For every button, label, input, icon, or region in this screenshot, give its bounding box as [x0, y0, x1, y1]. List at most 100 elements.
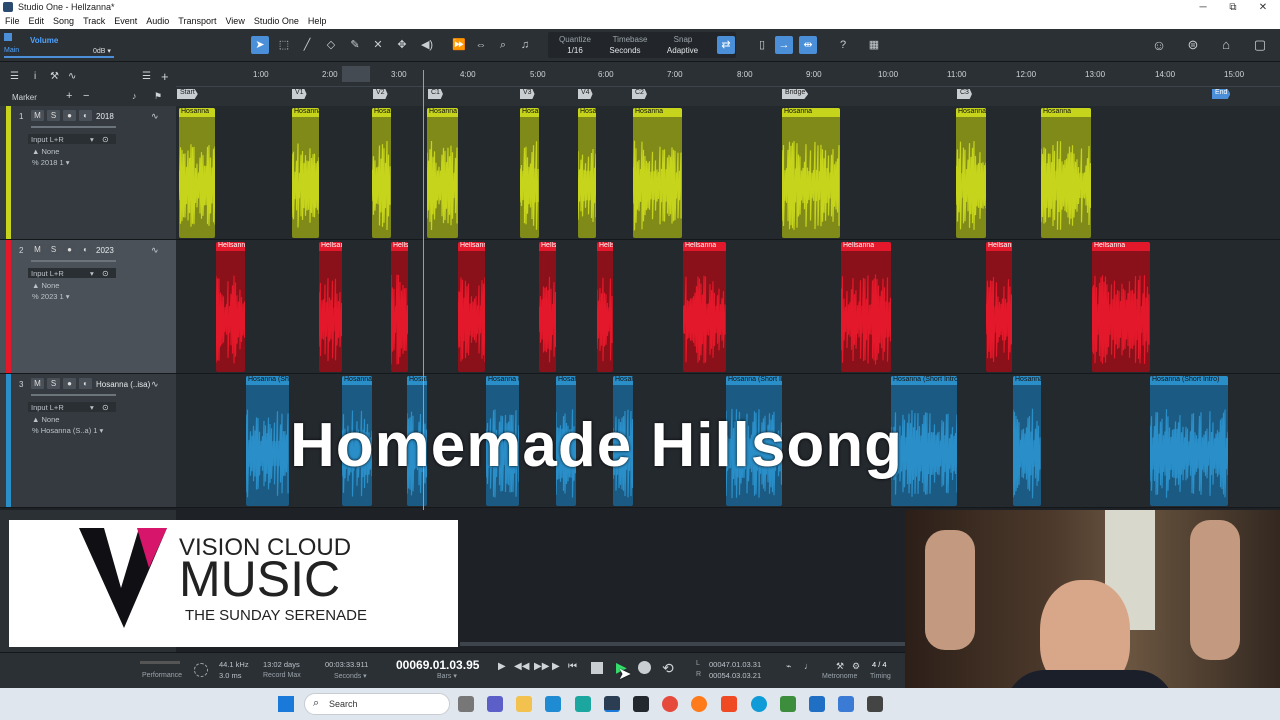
- search-tool-icon[interactable]: ⌕: [494, 36, 512, 54]
- loop-right[interactable]: 00054.03.03.21: [709, 671, 761, 680]
- marker-bridge[interactable]: Bridge: [782, 89, 809, 99]
- marker-v4[interactable]: V4: [578, 89, 593, 99]
- track-volume-slider[interactable]: [31, 260, 116, 262]
- audio-clip[interactable]: Hosanna: [179, 108, 215, 238]
- user-icon[interactable]: ☺: [1150, 36, 1168, 54]
- chrome-icon[interactable]: [662, 696, 678, 712]
- monitor-button[interactable]: ◐: [79, 110, 92, 121]
- output-select[interactable]: ▲ None: [32, 281, 59, 290]
- record-button[interactable]: [638, 661, 651, 674]
- output-select[interactable]: ▲ None: [32, 415, 59, 424]
- fast-forward-icon[interactable]: ▶▶: [534, 661, 549, 672]
- info-icon[interactable]: i: [34, 71, 36, 82]
- monitor-button[interactable]: ◐: [79, 378, 92, 389]
- waveform-icon[interactable]: ∿: [151, 111, 159, 122]
- marker-start[interactable]: Start: [177, 89, 198, 99]
- minimize-button[interactable]: ─: [1188, 0, 1218, 15]
- audio-clip[interactable]: Hosanna: [633, 108, 682, 238]
- precount-icon[interactable]: ♩: [804, 661, 813, 671]
- app-icon-6[interactable]: [867, 696, 883, 712]
- menu-view[interactable]: View: [220, 15, 248, 29]
- mute-button[interactable]: M: [31, 244, 44, 255]
- audio-clip[interactable]: Hellsanna: [841, 242, 891, 372]
- teams-icon[interactable]: [487, 696, 503, 712]
- seconds-format[interactable]: Seconds ▾: [334, 672, 367, 680]
- audio-clip[interactable]: Hellsanna: [986, 242, 1012, 372]
- forward-icon[interactable]: ▶: [552, 661, 560, 672]
- time-seconds[interactable]: 00:03:33.911: [325, 660, 368, 669]
- edit-icon[interactable]: ▯: [753, 36, 771, 54]
- studio-one-taskbar-icon[interactable]: [604, 696, 620, 712]
- maximize-button[interactable]: ⧉: [1218, 0, 1248, 15]
- record-arm-button[interactable]: ●: [63, 244, 76, 255]
- output-select[interactable]: ▲ None: [32, 147, 59, 156]
- channel-select[interactable]: % 2018 1 ▾: [32, 158, 70, 167]
- volume-slider[interactable]: [4, 56, 114, 58]
- stop-button[interactable]: [591, 662, 603, 674]
- audio-clip[interactable]: Hosanna (Short Intro): [246, 376, 289, 506]
- audio-clip[interactable]: Hosanna: [520, 108, 539, 238]
- marker-v3[interactable]: V3: [520, 89, 535, 99]
- split-tool-icon[interactable]: ╱: [298, 36, 316, 54]
- metronome-icon[interactable]: ⌁: [786, 661, 791, 672]
- app-icon-2[interactable]: [633, 696, 649, 712]
- timebase-value[interactable]: Seconds: [605, 46, 645, 55]
- solo-button[interactable]: S: [47, 110, 60, 121]
- audio-clip[interactable]: Hosanna (Short Intro): [1013, 376, 1041, 506]
- tempo-icon[interactable]: ⚒: [836, 661, 844, 672]
- track-name[interactable]: 2018: [96, 112, 114, 121]
- remove-marker-icon[interactable]: −: [83, 90, 89, 102]
- mixer-icon[interactable]: ⊜: [1184, 36, 1202, 54]
- windows-start-icon[interactable]: [278, 696, 294, 712]
- autoscroll-icon[interactable]: ⏩: [450, 36, 468, 54]
- track-header-2[interactable]: 2 M S ● ◐ 2023 ∿ Input L+R ▾ ⊙ ▲ None % 2023…: [0, 240, 176, 374]
- app-icon-1[interactable]: [575, 696, 591, 712]
- audio-clip[interactable]: Hellsanna: [458, 242, 485, 372]
- audio-clip[interactable]: Hellsanna: [391, 242, 408, 372]
- monitor-button[interactable]: ◐: [79, 244, 92, 255]
- track-lane-1[interactable]: Hosanna Hosanna Hosanna Hosanna Hosanna Hosan…: [176, 106, 1280, 240]
- edge-icon[interactable]: [545, 696, 561, 712]
- audio-clip[interactable]: Hosanna: [292, 108, 319, 238]
- loop-left[interactable]: 00047.01.03.31: [709, 660, 761, 669]
- wrench-icon[interactable]: ⚒: [50, 71, 59, 82]
- automation-icon[interactable]: ∿: [68, 71, 76, 82]
- audio-clip[interactable]: Hosanna: [956, 108, 986, 238]
- film-icon[interactable]: ▦: [865, 36, 883, 54]
- note-icon[interactable]: ♪: [132, 91, 137, 101]
- track-name[interactable]: Hosanna (..isa): [96, 380, 150, 389]
- record-arm-button[interactable]: ●: [63, 110, 76, 121]
- marker-c1[interactable]: C1: [428, 89, 443, 99]
- audio-clip[interactable]: Hellsanna: [1092, 242, 1150, 372]
- mute-button[interactable]: M: [31, 110, 44, 121]
- audio-clip[interactable]: Hosanna: [578, 108, 596, 238]
- app-icon-3[interactable]: [780, 696, 796, 712]
- audio-clip[interactable]: Hellsanna: [216, 242, 245, 372]
- input-monitor-toggle[interactable]: ⊙: [102, 403, 109, 412]
- bars-position[interactable]: 00069.01.03.95: [396, 658, 479, 672]
- zoom-fit-icon[interactable]: ⇔: [472, 36, 490, 54]
- arrow-tool-icon[interactable]: ➤: [251, 36, 269, 54]
- input-monitor-toggle[interactable]: ⊙: [102, 269, 109, 278]
- quantize-value[interactable]: 1/16: [555, 46, 595, 55]
- track-list-icon[interactable]: ☰: [142, 71, 151, 82]
- menu-edit[interactable]: Edit: [24, 15, 49, 29]
- listen-tool-icon[interactable]: ◀): [418, 36, 436, 54]
- edge-dev-icon[interactable]: [751, 696, 767, 712]
- settings-icon[interactable]: ⚙: [852, 661, 860, 672]
- add-track-icon[interactable]: +: [161, 69, 169, 84]
- audio-clip[interactable]: Hellsanna: [319, 242, 342, 372]
- marker-c2[interactable]: C2: [632, 89, 647, 99]
- split-view-icon[interactable]: ⇹: [799, 36, 817, 54]
- audio-clip[interactable]: Hellsanna: [683, 242, 726, 372]
- app-icon-5[interactable]: [838, 696, 854, 712]
- record-arm-button[interactable]: ●: [63, 378, 76, 389]
- headphones-icon[interactable]: ♫: [516, 36, 534, 54]
- audio-clip[interactable]: Hellsanna: [539, 242, 556, 372]
- rewind-start-icon[interactable]: ▶: [498, 661, 506, 672]
- track-header-1[interactable]: 1 M S ● ◐ 2018 ∿ Input L+R ▾ ⊙ ▲ None % 2018…: [0, 106, 176, 240]
- audio-clip[interactable]: Hosanna: [372, 108, 391, 238]
- browser-icon[interactable]: ▢: [1251, 36, 1269, 54]
- menu-track[interactable]: Track: [78, 15, 109, 29]
- solo-button[interactable]: S: [47, 244, 60, 255]
